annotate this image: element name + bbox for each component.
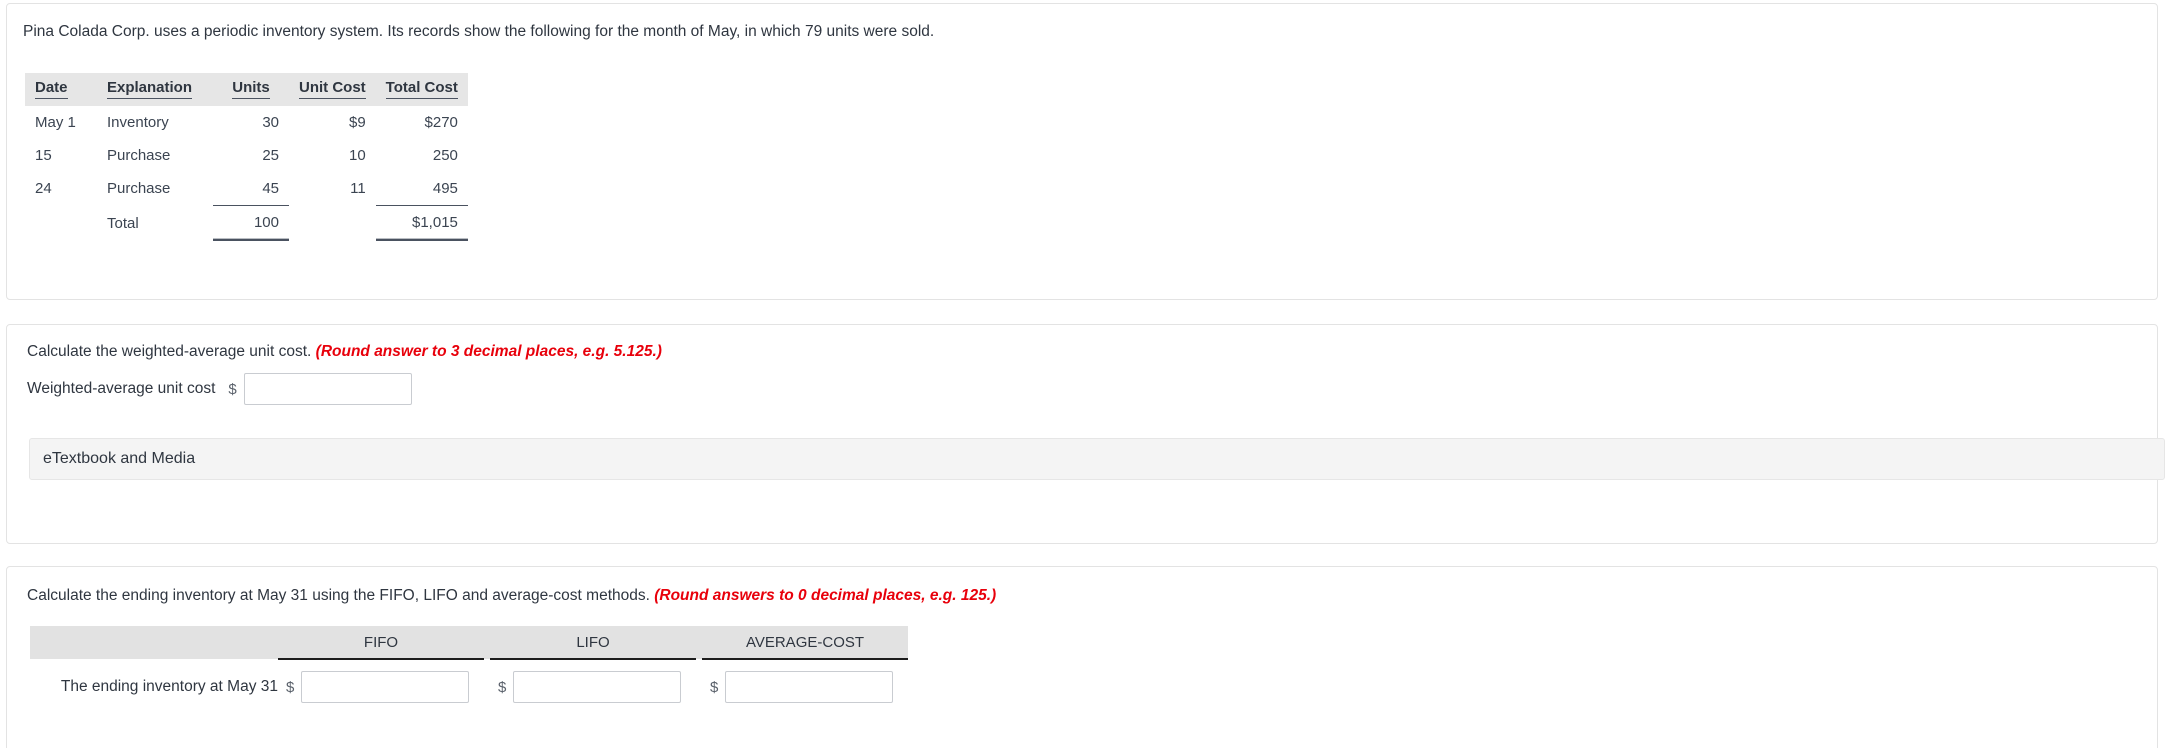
cell-date: 15: [35, 147, 52, 164]
fifo-answer-cell: $: [278, 659, 484, 714]
ending-inventory-table: FIFO LIFO AVERAGE-COST The ending invent…: [30, 626, 908, 714]
table-row: The ending inventory at May 31 $ $ $: [30, 659, 908, 714]
column-header-date: Date: [25, 73, 97, 106]
cell-date: May 1: [35, 114, 76, 131]
inventory-table-body: May 1 Inventory 30 $9 $270 15 Purchase 2…: [25, 106, 468, 241]
methods-table-body: The ending inventory at May 31 $ $ $: [30, 659, 908, 714]
currency-symbol: $: [710, 678, 719, 696]
weighted-average-rounding-hint: (Round answer to 3 decimal places, e.g. …: [315, 343, 662, 360]
assignment-page: Pina Colada Corp. uses a periodic invent…: [0, 0, 2180, 748]
table-header-row: FIFO LIFO AVERAGE-COST: [30, 626, 908, 660]
cell-total-unit-cost: [289, 206, 376, 241]
column-header-units: Units: [213, 73, 289, 106]
cell-unit-cost: $9: [348, 114, 366, 131]
table-row: 15 Purchase 25 10 250: [25, 139, 468, 172]
cell-total-units: 100: [213, 205, 289, 241]
cell-units: 30: [262, 114, 279, 131]
cell-total-cost: 495: [375, 172, 468, 206]
table-header-row: Date Explanation Units Unit Cost Total C…: [25, 73, 468, 106]
table-row: May 1 Inventory 30 $9 $270: [25, 106, 468, 139]
cell-unit-cost: 11: [350, 180, 366, 198]
methods-rounding-hint: (Round answers to 0 decimal places, e.g.…: [654, 587, 997, 604]
methods-table-header: FIFO LIFO AVERAGE-COST: [30, 626, 908, 660]
column-header-fifo: FIFO: [278, 626, 484, 660]
cell-date: [25, 206, 97, 241]
column-header-blank: [30, 626, 278, 659]
column-header-total-cost: Total Cost: [376, 73, 468, 106]
weighted-average-prompt: Calculate the weighted-average unit cost…: [27, 343, 662, 361]
table-row: 24 Purchase 45 11 495: [25, 172, 468, 206]
column-header-explanation: Explanation: [97, 73, 213, 106]
cell-explanation: Inventory: [107, 114, 169, 131]
cell-total-total-cost: $1,015: [375, 205, 468, 241]
ending-inventory-row-label: The ending inventory at May 31: [60, 677, 278, 695]
weighted-average-unit-cost-input[interactable]: [243, 373, 412, 405]
lifo-ending-inventory-input[interactable]: [513, 671, 682, 703]
cell-total-label: Total: [107, 214, 139, 232]
cell-unit-cost: 10: [348, 147, 366, 164]
cell-units: 45: [213, 172, 289, 206]
fifo-ending-inventory-input[interactable]: [301, 671, 470, 703]
weighted-average-answer-row: Weighted-average unit cost $: [27, 373, 412, 405]
average-cost-ending-inventory-input[interactable]: [725, 671, 894, 703]
lifo-answer-cell: $: [490, 659, 696, 714]
cell-total-cost: $270: [424, 114, 458, 131]
etextbook-and-media-label: eTextbook and Media: [43, 450, 196, 467]
inventory-table: Date Explanation Units Unit Cost Total C…: [25, 73, 468, 241]
table-total-row: Total 100 $1,015: [25, 205, 468, 241]
problem-statement-card: Pina Colada Corp. uses a periodic invent…: [6, 3, 2158, 300]
cell-units: 25: [262, 147, 279, 164]
problem-statement-text: Pina Colada Corp. uses a periodic invent…: [23, 23, 935, 40]
currency-symbol: $: [498, 678, 507, 696]
etextbook-and-media-button[interactable]: eTextbook and Media: [29, 438, 2165, 480]
cell-explanation: Purchase: [107, 147, 171, 164]
cell-explanation: Purchase: [107, 180, 171, 198]
weighted-average-field-label: Weighted-average unit cost: [27, 380, 216, 397]
methods-prompt-text: Calculate the ending inventory at May 31…: [27, 587, 650, 604]
column-header-average-cost: AVERAGE-COST: [702, 626, 908, 660]
currency-symbol: $: [286, 678, 295, 696]
column-header-lifo: LIFO: [490, 626, 696, 660]
currency-symbol: $: [228, 380, 237, 398]
methods-prompt: Calculate the ending inventory at May 31…: [27, 587, 996, 605]
cell-date: 24: [35, 180, 52, 198]
weighted-average-card: Calculate the weighted-average unit cost…: [6, 324, 2158, 544]
weighted-average-prompt-text: Calculate the weighted-average unit cost…: [27, 343, 312, 360]
column-header-unit-cost: Unit Cost: [289, 73, 376, 106]
inventory-table-header: Date Explanation Units Unit Cost Total C…: [25, 73, 468, 106]
average-cost-answer-cell: $: [702, 659, 908, 714]
cell-total-cost: 250: [432, 147, 458, 164]
